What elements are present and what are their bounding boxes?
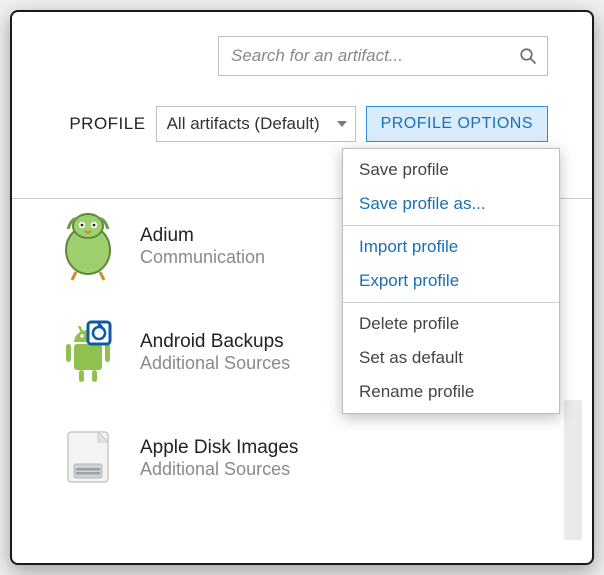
artifact-name: Apple Disk Images xyxy=(140,436,298,460)
search-icon xyxy=(519,47,537,65)
menu-item-delete-profile[interactable]: Delete profile xyxy=(343,307,559,341)
artifact-name: Adium xyxy=(140,224,265,248)
artifact-category: Communication xyxy=(140,247,265,268)
menu-item-set-as-default[interactable]: Set as default xyxy=(343,341,559,375)
artifact-category: Additional Sources xyxy=(140,459,298,480)
artifact-category: Additional Sources xyxy=(140,353,290,374)
chevron-down-icon xyxy=(337,121,347,127)
artifact-text: Adium Communication xyxy=(140,224,265,269)
menu-item-save-profile-as[interactable]: Save profile as... xyxy=(343,187,559,221)
menu-item-rename-profile[interactable]: Rename profile xyxy=(343,375,559,409)
profile-options-menu: Save profile Save profile as... Import p… xyxy=(342,148,560,414)
artifact-text: Apple Disk Images Additional Sources xyxy=(140,436,298,481)
menu-separator xyxy=(343,302,559,303)
menu-item-import-profile[interactable]: Import profile xyxy=(343,230,559,264)
artifact-name: Android Backups xyxy=(140,330,290,354)
profile-label: PROFILE xyxy=(69,114,145,134)
menu-separator xyxy=(343,225,559,226)
search-wrap xyxy=(26,36,548,76)
menu-item-save-profile[interactable]: Save profile xyxy=(343,153,559,187)
profile-options-button[interactable]: PROFILE OPTIONS xyxy=(366,106,548,142)
artifact-text: Android Backups Additional Sources xyxy=(140,330,290,375)
search-box[interactable] xyxy=(218,36,548,76)
profile-select[interactable]: All artifacts (Default) xyxy=(156,106,356,142)
profile-row: PROFILE All artifacts (Default) PROFILE … xyxy=(26,106,548,142)
profile-select-value: All artifacts (Default) xyxy=(167,114,331,134)
search-input[interactable] xyxy=(229,45,519,67)
app-window: PROFILE All artifacts (Default) PROFILE … xyxy=(10,10,594,565)
android-icon xyxy=(52,316,124,388)
menu-item-export-profile[interactable]: Export profile xyxy=(343,264,559,298)
disk-image-icon xyxy=(52,422,124,494)
artifact-item-apple-disk-images[interactable]: Apple Disk Images Additional Sources xyxy=(26,408,550,512)
adium-icon xyxy=(52,210,124,282)
scrollbar[interactable] xyxy=(564,400,582,540)
